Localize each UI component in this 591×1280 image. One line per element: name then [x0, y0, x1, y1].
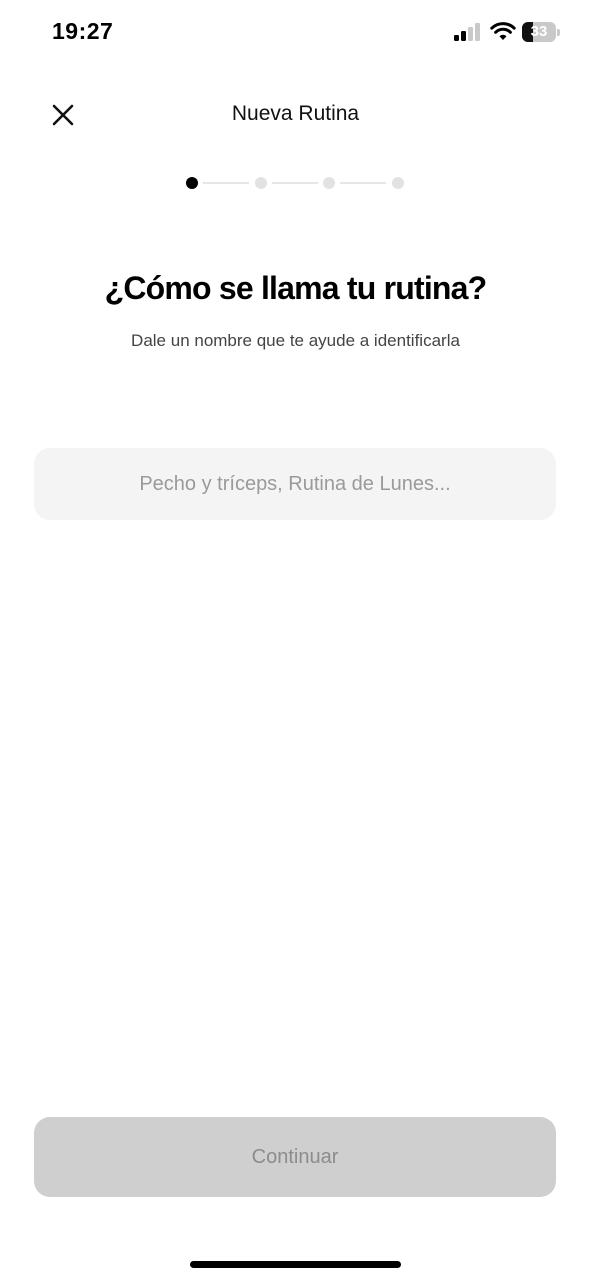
- status-bar: 19:27 33: [0, 0, 591, 64]
- status-time: 19:27: [52, 18, 114, 44]
- step-dot-3: [323, 177, 335, 189]
- battery-icon: 33: [522, 22, 562, 42]
- step-connector: [203, 182, 249, 184]
- question-subtitle: Dale un nombre que te ayude a identifica…: [131, 331, 460, 350]
- step-connector: [340, 182, 386, 184]
- battery-level: 33: [530, 23, 548, 40]
- step-dot-1: [186, 177, 198, 189]
- home-indicator: [190, 1261, 401, 1268]
- continue-button[interactable]: Continuar: [34, 1117, 556, 1197]
- page-title: Nueva Rutina: [231, 102, 360, 125]
- step-dot-2: [254, 177, 267, 189]
- step-connector: [271, 182, 318, 184]
- progress-stepper: [0, 176, 591, 190]
- routine-name-input[interactable]: [34, 448, 556, 520]
- cellular-signal-icon: [454, 23, 480, 41]
- wifi-icon: [490, 22, 516, 40]
- step-dot-4: [391, 177, 404, 189]
- question-title: ¿Cómo se llama tu rutina?: [104, 270, 488, 306]
